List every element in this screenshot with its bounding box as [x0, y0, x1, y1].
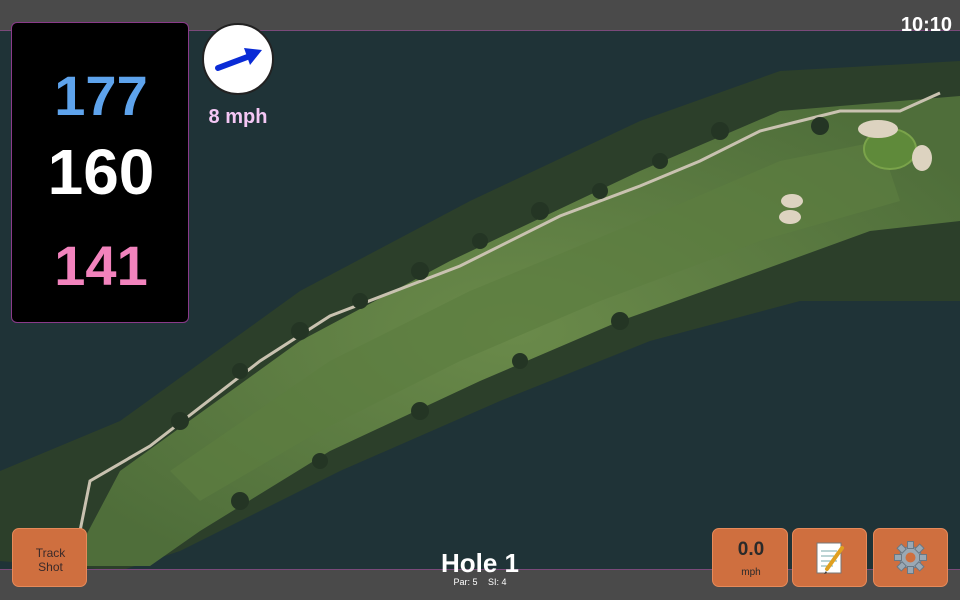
distance-front: 141: [54, 234, 148, 297]
clock: 10:10: [900, 14, 952, 36]
notepad-icon: [816, 542, 844, 574]
notes-button[interactable]: [792, 528, 867, 587]
speed-button[interactable]: 0.0 mph: [712, 528, 788, 587]
hole-info: Par: 5 SI: 4: [380, 577, 580, 587]
settings-button[interactable]: [873, 528, 948, 587]
hole-si: SI: 4: [488, 577, 507, 587]
speed-value: 0.0: [737, 539, 765, 560]
wind-speed: 8 mph: [208, 106, 268, 128]
distance-panel: 177 160 141: [11, 22, 189, 323]
track-shot-label-line1: Track: [35, 546, 66, 560]
hole-par: Par: 5: [453, 577, 478, 587]
hole-title: Hole 1: [440, 548, 520, 578]
arrow-icon: [215, 48, 262, 71]
gear-icon: [894, 541, 927, 574]
distance-back: 177: [54, 64, 148, 127]
distance-middle: 160: [47, 136, 155, 208]
wind-indicator: [202, 23, 274, 95]
track-shot-label-line2: Shot: [38, 560, 63, 574]
track-shot-button[interactable]: Track Shot: [12, 528, 87, 587]
speed-unit: mph: [741, 567, 761, 578]
